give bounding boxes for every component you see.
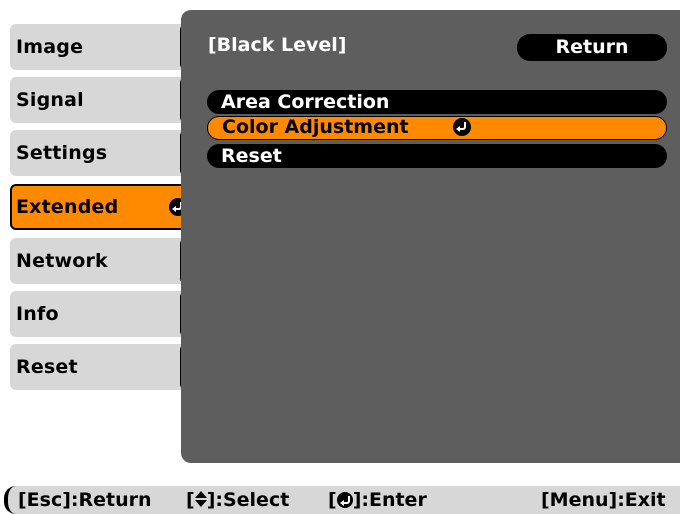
enter-open-bracket: [: [328, 489, 337, 511]
menu-item-color-adjustment[interactable]: Color Adjustment: [207, 116, 667, 140]
select-action-label: ]:Select: [206, 489, 290, 511]
enter-action-label: ]:Enter: [352, 489, 427, 511]
esc-action-label: :Return: [70, 489, 152, 511]
menu-exit-hint: [Menu]:Exit: [541, 489, 666, 511]
select-hint: [ ]:Select: [186, 486, 289, 514]
enter-hint: [ ]:Enter: [328, 486, 427, 514]
sidebar-item-network[interactable]: Network: [10, 238, 192, 284]
sidebar-item-settings[interactable]: Settings: [10, 130, 192, 176]
sidebar-item-extended[interactable]: Extended: [10, 184, 192, 230]
sidebar-item-label: Info: [16, 303, 59, 325]
enter-icon: [453, 118, 471, 136]
menu-item-reset[interactable]: Reset: [207, 144, 667, 168]
menu-item-label: Color Adjustment: [222, 116, 409, 138]
menu-item-area-correction[interactable]: Area Correction: [207, 90, 667, 114]
page-title: [Black Level]: [208, 34, 347, 56]
sidebar-item-label: Settings: [16, 142, 108, 164]
sidebar-item-image[interactable]: Image: [10, 24, 192, 70]
status-bar: [Esc]:Return [ ]:Select [ ]:Enter [Menu]:E…: [4, 486, 680, 514]
enter-icon: [336, 492, 353, 508]
sidebar-item-label: Signal: [16, 89, 84, 111]
esc-key-label: [Esc]: [18, 489, 71, 511]
submenu-panel: [181, 10, 680, 463]
up-down-arrow-icon: [194, 491, 207, 507]
sidebar-item-label: Network: [16, 250, 108, 272]
sidebar-item-signal[interactable]: Signal: [10, 77, 192, 123]
menu-item-label: Area Correction: [221, 91, 390, 113]
sidebar-item-info[interactable]: Info: [10, 291, 192, 337]
select-open-bracket: [: [186, 489, 195, 511]
sidebar-item-label: Reset: [16, 356, 78, 378]
esc-hint: [Esc]:Return: [18, 486, 152, 514]
sidebar-item-label: Image: [16, 36, 84, 58]
menu-item-label: Reset: [221, 145, 282, 167]
return-button[interactable]: Return: [517, 34, 667, 61]
sidebar-item-reset[interactable]: Reset: [10, 344, 192, 390]
sidebar-item-label: Extended: [16, 196, 119, 218]
